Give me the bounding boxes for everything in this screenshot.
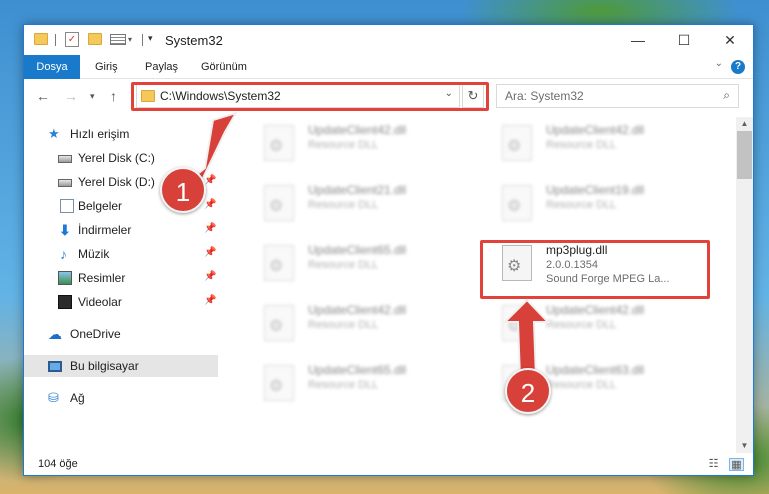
- callout-arrows: [187, 111, 551, 379]
- callout-1-badge: 1: [160, 167, 206, 213]
- callout-2-badge: 2: [505, 368, 551, 414]
- callout-2-arrow: [502, 298, 551, 379]
